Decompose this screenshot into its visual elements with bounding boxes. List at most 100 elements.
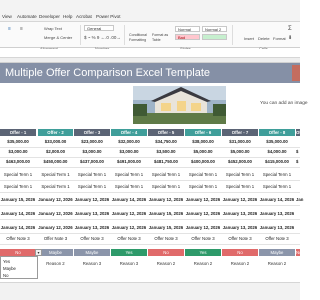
- decision-cell: No: [296, 249, 302, 256]
- decision-cell: Maybe: [259, 249, 295, 256]
- table-cell: Special Term 1: [77, 172, 107, 177]
- table-cell: Special Term 1: [114, 184, 144, 189]
- table-cell: $437,000.00: [80, 159, 104, 164]
- format-button[interactable]: Format: [273, 36, 286, 41]
- sheet-tab-bar: [0, 282, 300, 300]
- reason-cell: Reason 2: [193, 261, 213, 266]
- dropdown-option-yes[interactable]: Yes: [3, 259, 10, 264]
- table-cell: January 14, 2026: [0, 225, 36, 230]
- fill-icon[interactable]: ⬇: [288, 35, 292, 41]
- table-cell: Jan: [296, 197, 304, 202]
- table-cell: Special Term 1: [225, 172, 255, 177]
- table-cell: $: [296, 149, 299, 154]
- table-cell: January 15, 2026: [148, 211, 184, 216]
- table-cell: $35,000.00: [7, 139, 29, 144]
- tab-help[interactable]: Help: [63, 14, 72, 19]
- table-cell: January 12, 2026: [185, 225, 221, 230]
- table-cell: $38,000.00: [192, 139, 214, 144]
- ribbon-tab-bar: View Automate Developer Help Acrobat Pow…: [0, 0, 300, 22]
- table-cell: $463,000.00: [6, 159, 30, 164]
- table-cell: Special Term 1: [77, 184, 107, 189]
- table-cell: Offer Note 3: [6, 236, 30, 241]
- tab-power-pivot[interactable]: Power Pivot: [96, 14, 121, 19]
- table-cell: $3,000.00: [8, 149, 28, 154]
- tab-view[interactable]: View: [2, 14, 12, 19]
- offer-header-3: Offer - 3: [74, 129, 110, 136]
- table-cell: January 15, 2026: [0, 197, 36, 202]
- dropdown-option-maybe[interactable]: Maybe: [3, 266, 16, 271]
- table-cell: $4,000.00: [267, 149, 287, 154]
- conditional-formatting-button[interactable]: Conditional Formatting: [129, 33, 149, 42]
- merge-center-button[interactable]: Merge & Center: [44, 35, 72, 40]
- table-cell: January 12, 2026: [185, 197, 221, 202]
- insert-button[interactable]: Insert: [244, 36, 254, 41]
- table-cell: January 12, 2026: [111, 211, 147, 216]
- offer-header-2: Offer - 2: [38, 129, 73, 136]
- reason-cell: Reason 2: [156, 261, 176, 266]
- offer-header-4: Offer - 4: [111, 129, 147, 136]
- table-cell: Special Term 1: [114, 172, 144, 177]
- ribbon-separator: [80, 25, 81, 45]
- decision-cell: No: [0, 249, 36, 256]
- table-cell: January 13, 2026: [259, 225, 295, 230]
- ribbon-separator: [232, 25, 233, 45]
- table-cell: January 12, 2026: [185, 211, 221, 216]
- decision-cell: No: [222, 249, 258, 256]
- table-cell: January 14, 2026: [259, 197, 295, 202]
- delete-button[interactable]: Delete: [258, 36, 270, 41]
- table-cell: $3,000.00: [82, 149, 102, 154]
- align-middle-icon[interactable]: ≡: [20, 26, 23, 32]
- table-cell: Offer Note 3: [117, 236, 141, 241]
- table-cell: January 14, 2026: [111, 197, 147, 202]
- currency-format-icon[interactable]: $ ~ % 9 ←.0 .00→: [84, 35, 121, 40]
- style-normal-2[interactable]: Normal 2: [202, 26, 227, 32]
- table-cell: $400,000.00: [191, 159, 215, 164]
- row-divider: [0, 157, 300, 158]
- decision-cell: No: [148, 249, 184, 256]
- tab-acrobat[interactable]: Acrobat: [76, 14, 92, 19]
- table-cell: Special Term 1: [3, 172, 33, 177]
- row-divider: [0, 167, 300, 168]
- table-cell: $: [296, 159, 299, 164]
- style-good[interactable]: [202, 34, 227, 40]
- table-cell: Special Term 1: [151, 172, 181, 177]
- offer-header-1: Offer - 1: [0, 129, 36, 136]
- table-cell: $31,000.00: [229, 139, 251, 144]
- dropdown-option-no[interactable]: No: [3, 273, 9, 278]
- table-cell: Offer Note 3: [191, 236, 215, 241]
- dropdown-arrow-icon[interactable]: ▾: [35, 249, 42, 256]
- row-divider: [0, 205, 300, 206]
- format-as-table-button[interactable]: Format as Table: [152, 33, 170, 42]
- table-cell: $491,000.00: [117, 159, 141, 164]
- formula-bar[interactable]: [0, 49, 300, 58]
- table-cell: $450,000.00: [43, 159, 68, 164]
- style-normal[interactable]: Normal: [175, 26, 200, 32]
- image-note: You can add an image: [260, 101, 308, 106]
- table-cell: Special Term 1: [225, 184, 255, 189]
- table-cell: Offer Note 3: [80, 236, 104, 241]
- style-bad[interactable]: Bad: [175, 34, 200, 40]
- tab-developer[interactable]: Developer: [39, 14, 60, 19]
- table-cell: January 13, 2026: [259, 211, 295, 216]
- table-cell: Special Term 1: [41, 184, 70, 189]
- table-cell: January 12, 2026: [38, 211, 73, 216]
- table-cell: Special Term 1: [188, 184, 218, 189]
- sum-icon[interactable]: Σ: [288, 26, 292, 32]
- ribbon-body: ≡ ≡ Wrap Text Merge & Center General $ ~…: [0, 22, 300, 51]
- number-format-select[interactable]: General: [84, 25, 114, 31]
- offer-header-8: Offer - 8: [259, 129, 295, 136]
- offer-header-5: Offer - 5: [148, 129, 184, 136]
- row-divider: [0, 192, 300, 193]
- row-divider: [0, 244, 300, 245]
- row-divider: [0, 147, 300, 148]
- table-cell: Offer Note 3: [265, 236, 289, 241]
- table-cell: January 12, 2026: [74, 197, 110, 202]
- table-cell: Special Term 1: [151, 184, 181, 189]
- offer-header-6: Offer - 6: [185, 129, 221, 136]
- table-cell: Offer Note 3: [154, 236, 178, 241]
- table-cell: Offer Note 3: [228, 236, 252, 241]
- wrap-text-button[interactable]: Wrap Text: [44, 26, 62, 31]
- decision-dropdown-list[interactable]: Yes Maybe No: [0, 256, 38, 279]
- tab-automate[interactable]: Automate: [17, 14, 37, 19]
- align-top-icon[interactable]: ≡: [8, 26, 11, 32]
